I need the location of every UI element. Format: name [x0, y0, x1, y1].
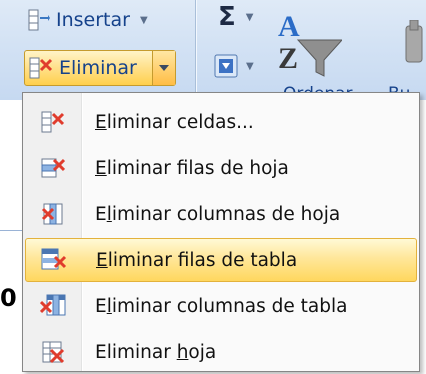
insert-label: Insertar	[56, 9, 130, 31]
delete-sheet-rows-icon	[25, 157, 81, 179]
chevron-down-icon	[159, 65, 169, 71]
menu-item-label: Eliminar celdas...	[95, 111, 254, 133]
menu-item-delete-sheet-columns[interactable]: Eliminar columnas de hoja	[25, 192, 417, 236]
delete-dropdown-menu: Eliminar celdas... Eliminar filas de hoj…	[22, 92, 420, 372]
delete-label: Eliminar	[59, 57, 137, 79]
svg-text:A: A	[278, 10, 300, 43]
find-select-button[interactable]	[392, 19, 426, 76]
menu-item-label: Eliminar columnas de hoja	[95, 203, 341, 225]
sheet-gridline	[0, 230, 22, 231]
chevron-down-icon: ▼	[245, 11, 254, 23]
delete-cells-icon	[25, 111, 81, 133]
cell-partial-text: 0	[0, 284, 17, 312]
chevron-down-icon: ▼	[246, 60, 254, 72]
delete-button[interactable]: Eliminar	[24, 50, 176, 86]
ribbon: Insertar ▼ Eliminar Σ ▼ ▼ A Z	[0, 0, 426, 104]
insert-button[interactable]: Insertar ▼	[28, 4, 148, 36]
menu-item-label: Eliminar columnas de tabla	[95, 295, 348, 317]
menu-item-delete-table-rows[interactable]: Eliminar filas de tabla	[25, 238, 417, 282]
sort-filter-icon: A Z	[278, 10, 344, 77]
menu-item-delete-sheet-rows[interactable]: Eliminar filas de hoja	[25, 146, 417, 190]
find-select-icon	[405, 19, 423, 63]
menu-item-label: Eliminar filas de tabla	[96, 249, 298, 271]
delete-sheet-columns-icon	[25, 203, 81, 225]
sigma-icon: Σ	[218, 2, 236, 32]
fill-down-icon	[214, 54, 238, 78]
menu-item-delete-cells[interactable]: Eliminar celdas...	[25, 100, 417, 144]
menu-item-delete-table-columns[interactable]: Eliminar columnas de tabla	[25, 284, 417, 328]
menu-item-label: Eliminar hoja	[95, 341, 217, 363]
menu-item-label: Eliminar filas de hoja	[95, 157, 289, 179]
delete-dropdown-arrow[interactable]	[152, 51, 175, 85]
autosum-button[interactable]: Σ ▼	[218, 2, 253, 32]
delete-table-rows-icon	[26, 248, 82, 272]
fill-button[interactable]: ▼	[214, 54, 254, 78]
delete-cells-icon	[29, 57, 53, 79]
insert-rows-icon	[28, 9, 50, 31]
chevron-down-icon: ▼	[139, 14, 148, 26]
menu-item-delete-sheet[interactable]: Eliminar hoja	[25, 330, 417, 374]
sort-filter-button[interactable]: A Z	[272, 6, 344, 80]
ribbon-group-separator	[195, 0, 196, 100]
svg-text:Z: Z	[278, 42, 298, 75]
delete-table-columns-icon	[25, 294, 81, 318]
delete-sheet-icon	[25, 340, 81, 364]
